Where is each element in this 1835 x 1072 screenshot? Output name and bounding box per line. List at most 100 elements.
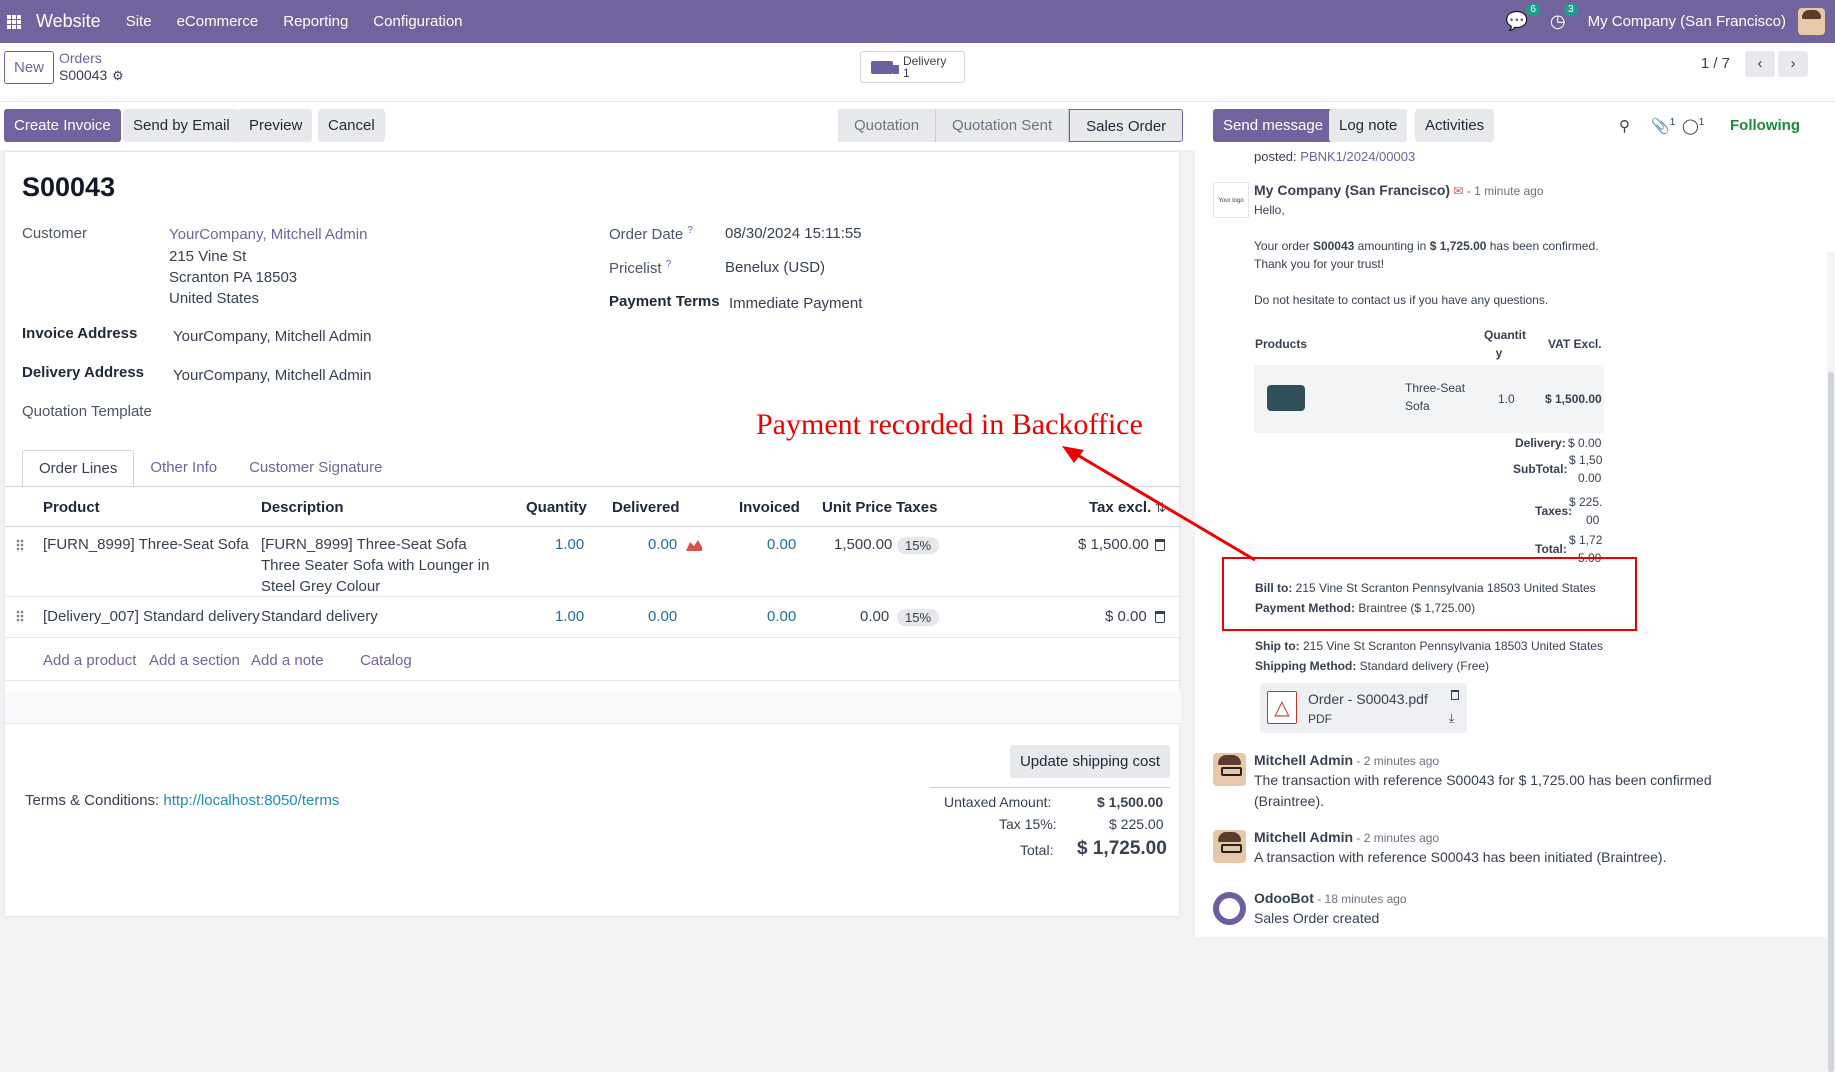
status-quotation[interactable]: Quotation: [838, 109, 937, 142]
catalog-link[interactable]: Catalog: [360, 652, 412, 669]
order-date-field[interactable]: 08/30/2024 15:11:55: [725, 225, 862, 242]
message-author[interactable]: My Company (San Francisco): [1254, 182, 1450, 198]
email-text-1: Your order: [1254, 239, 1313, 253]
menu-configuration[interactable]: Configuration: [373, 13, 462, 30]
user-avatar[interactable]: [1798, 8, 1825, 35]
terms-link[interactable]: http://localhost:8050/terms: [163, 792, 339, 809]
status-quotation-sent[interactable]: Quotation Sent: [936, 109, 1070, 142]
chatter-scrollbar[interactable]: [1827, 252, 1835, 1072]
control-panel: New Orders S00043 ⚙ Delivery 1 1 / 7 ‹ ›: [0, 43, 1835, 102]
line-unit-price[interactable]: 0.00: [860, 606, 889, 627]
delivery-smart-button[interactable]: Delivery 1: [860, 51, 965, 83]
menu-site[interactable]: Site: [126, 13, 152, 30]
log-note-button[interactable]: Log note: [1329, 109, 1408, 142]
menu-reporting[interactable]: Reporting: [283, 13, 348, 30]
payment-terms-field[interactable]: Immediate Payment: [729, 295, 862, 312]
paperclip-icon[interactable]: 📎1: [1651, 117, 1675, 135]
table-row[interactable]: [FURN_8999] Three-Seat Sofa [FURN_8999] …: [5, 528, 1181, 597]
line-quantity[interactable]: 1.00: [555, 606, 584, 627]
help-icon[interactable]: ?: [666, 259, 672, 270]
pager-next-button[interactable]: ›: [1778, 51, 1808, 77]
order-name: S00043: [22, 172, 116, 202]
pager-previous-button[interactable]: ‹: [1745, 51, 1775, 77]
column-unit-price[interactable]: Unit Price: [822, 499, 892, 516]
trash-icon[interactable]: [1155, 611, 1165, 623]
customer-field[interactable]: YourCompany, Mitchell Admin: [169, 226, 367, 243]
line-product[interactable]: [FURN_8999] Three-Seat Sofa: [43, 534, 249, 555]
posted-reference[interactable]: PBNK1/2024/00003: [1300, 149, 1415, 164]
tab-other-info[interactable]: Other Info: [134, 450, 233, 487]
app-name[interactable]: Website: [36, 11, 101, 32]
email-icon: ✉: [1453, 184, 1464, 198]
cancel-button[interactable]: Cancel: [318, 109, 385, 142]
search-icon[interactable]: ⚲: [1619, 117, 1630, 135]
pdf-attachment[interactable]: △ Order - S00043.pdf PDF ⤓: [1260, 683, 1467, 733]
activity-icon[interactable]: ◷ 3: [1550, 3, 1578, 32]
download-icon[interactable]: ⤓: [1449, 711, 1454, 726]
annotation-arrow: [1062, 446, 1256, 562]
message-author[interactable]: Mitchell Admin: [1254, 752, 1353, 768]
delivery-count: 1: [903, 66, 910, 80]
total-label: Total:: [1020, 842, 1054, 858]
email-amount: $ 1,725.00: [1429, 239, 1487, 253]
status-bar: Quotation Quotation Sent Sales Order: [838, 109, 1184, 142]
preview-button[interactable]: Preview: [239, 109, 313, 142]
following-button[interactable]: Following: [1730, 117, 1800, 134]
line-quantity[interactable]: 1.00: [555, 534, 584, 555]
menu-ecommerce[interactable]: eCommerce: [177, 13, 259, 30]
message-author[interactable]: Mitchell Admin: [1254, 829, 1353, 845]
pricelist-field[interactable]: Benelux (USD): [725, 259, 825, 276]
company-switcher[interactable]: My Company (San Francisco): [1588, 13, 1786, 30]
message-text: Sales Order created: [1254, 910, 1380, 926]
help-icon[interactable]: ?: [687, 225, 693, 236]
email-col-quantity-2: y: [1495, 346, 1503, 360]
tab-order-lines[interactable]: Order Lines: [22, 450, 135, 487]
status-sales-order[interactable]: Sales Order: [1069, 109, 1184, 142]
ship-to-value: 215 Vine St Scranton Pennsylvania 18503 …: [1303, 639, 1603, 653]
follower-icon[interactable]: ◯1: [1682, 117, 1704, 135]
column-invoiced[interactable]: Invoiced: [739, 499, 800, 516]
pager-value[interactable]: 1 / 7: [1701, 55, 1730, 72]
gear-icon[interactable]: ⚙: [112, 68, 124, 84]
forecast-chart-icon[interactable]: [686, 538, 702, 551]
chatter-panel: Send message Log note Activities ⚲ 📎1 ◯1…: [1195, 102, 1835, 1072]
invoice-address-label: Invoice Address: [22, 325, 138, 342]
add-section-link[interactable]: Add a section: [149, 652, 240, 669]
new-button[interactable]: New: [4, 51, 54, 84]
activity-count-badge: 3: [1564, 3, 1578, 16]
delivery-address-field[interactable]: YourCompany, Mitchell Admin: [173, 367, 371, 384]
column-description[interactable]: Description: [261, 499, 344, 516]
trash-icon[interactable]: [1451, 690, 1459, 700]
line-invoiced: 0.00: [767, 536, 797, 553]
invoice-address-field[interactable]: YourCompany, Mitchell Admin: [173, 328, 371, 345]
message-text-1: The transaction with reference S00043 fo…: [1254, 772, 1712, 788]
apps-icon[interactable]: [7, 14, 21, 29]
line-product[interactable]: [Delivery_007] Standard delivery: [43, 606, 260, 627]
email-taxes-a: $ 225.: [1569, 495, 1603, 509]
column-quantity[interactable]: Quantity: [526, 499, 587, 516]
column-taxes[interactable]: Taxes: [896, 499, 937, 516]
create-invoice-button[interactable]: Create Invoice: [4, 109, 121, 142]
send-by-email-button[interactable]: Send by Email: [123, 109, 240, 142]
line-unit-price[interactable]: 1,500.00: [834, 534, 892, 555]
shipping-method-label: Shipping Method:: [1255, 659, 1357, 673]
tab-customer-signature[interactable]: Customer Signature: [233, 450, 398, 487]
ship-to-label: Ship to:: [1255, 639, 1300, 653]
shipping-method-value: Standard delivery (Free): [1359, 659, 1490, 673]
tax-badge[interactable]: 15%: [897, 609, 940, 626]
pdf-filename: Order - S00043.pdf: [1308, 691, 1428, 707]
update-shipping-button[interactable]: Update shipping cost: [1010, 745, 1170, 778]
message-author[interactable]: OdooBot: [1254, 890, 1314, 906]
table-row[interactable]: [Delivery_007] Standard delivery Standar…: [5, 598, 1181, 638]
drag-handle-icon[interactable]: [16, 539, 24, 552]
column-delivered[interactable]: Delivered: [612, 499, 680, 516]
send-message-button[interactable]: Send message: [1213, 109, 1334, 142]
breadcrumb-orders[interactable]: Orders: [59, 50, 102, 66]
add-product-link[interactable]: Add a product: [43, 652, 136, 669]
tax-badge[interactable]: 15%: [897, 537, 940, 554]
chat-icon[interactable]: 💬 6: [1505, 3, 1540, 32]
add-note-link[interactable]: Add a note: [251, 652, 324, 669]
activities-button[interactable]: Activities: [1415, 109, 1495, 142]
drag-handle-icon[interactable]: [16, 610, 24, 623]
column-product[interactable]: Product: [43, 499, 100, 516]
